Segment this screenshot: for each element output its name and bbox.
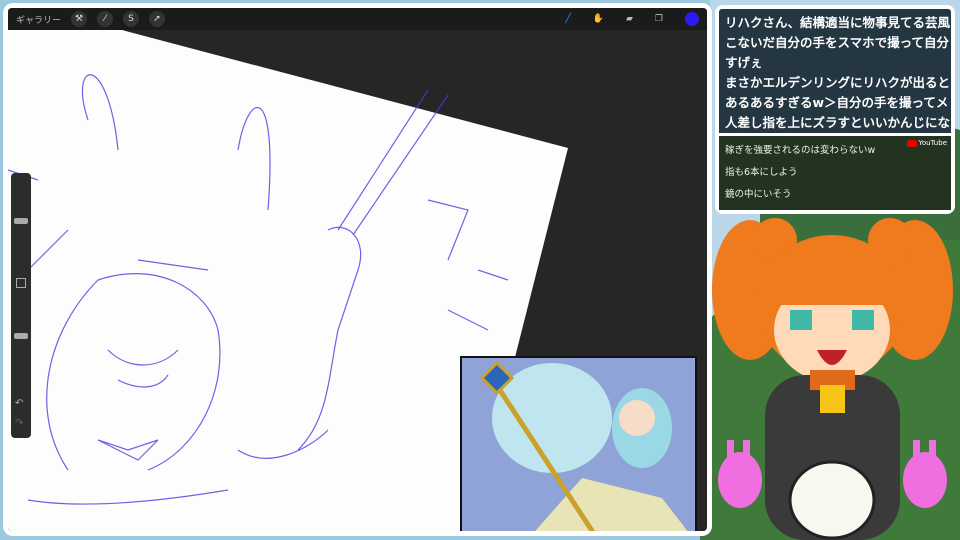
chat-message: 鏡の中にいそう [725,189,792,200]
brush-size-slider[interactable] [14,218,28,224]
chat-message: あるあるすぎるw＞自分の手を撮ってメ [725,95,949,110]
gallery-button[interactable]: ギャラリー [16,13,61,26]
selection-icon[interactable]: S [123,11,140,27]
chat-message: こないだ自分の手をスマホで撮って自分 [725,35,950,50]
smudge-icon[interactable]: ✋ [593,14,604,24]
layers-icon[interactable]: ❐ [655,14,663,24]
eyedropper-button[interactable] [16,278,26,288]
eraser-icon[interactable]: ▰ [626,14,633,24]
chat-message: 指も6本にしよう [725,167,798,178]
chat-overlay: リハクさん、結構適当に物事見てる芸風 こないだ自分の手をスマホで撮って自分 すげ… [715,5,955,214]
brush-icon[interactable]: ╱ [565,14,570,24]
reference-image[interactable] [460,356,697,531]
undo-icon[interactable]: ↶ [15,398,23,409]
opacity-slider[interactable] [14,333,28,339]
pixel-avatar [712,218,953,540]
youtube-icon [906,139,917,147]
wrench-icon[interactable]: ⚒ [71,11,88,27]
chat-message: まさかエルデンリングにリハクが出ると [725,75,951,90]
chat-message: リハクさん、結構適当に物事見てる芸風 [725,15,951,30]
move-icon[interactable]: ➚ [149,11,166,27]
chat-message: すげぇ [725,55,763,70]
redo-icon[interactable]: ↷ [15,418,23,429]
youtube-badge: YouTube [906,139,947,147]
procreate-window: ギャラリー ⚒ ⁄ S ➚ ╱ ✋ ▰ ❐ ↶ ↷ [3,3,712,536]
chat-feed: YouTube 稼ぎを強要されるのは変わらないw 指も6本にしよう 鏡の中にいそ… [719,136,951,210]
chat-message: 人差し指を上にズラすといいかんじにな [725,115,951,130]
magic-wand-icon[interactable]: ⁄ [97,11,114,27]
drawing-canvas[interactable] [8,30,707,531]
chat-highlight-messages: リハクさん、結構適当に物事見てる芸風 こないだ自分の手をスマホで撮って自分 すげ… [719,9,951,133]
brush-size-sidebar: ↶ ↷ [11,173,31,438]
toolbar: ギャラリー ⚒ ⁄ S ➚ ╱ ✋ ▰ ❐ [8,8,707,30]
color-picker-button[interactable] [685,12,699,26]
